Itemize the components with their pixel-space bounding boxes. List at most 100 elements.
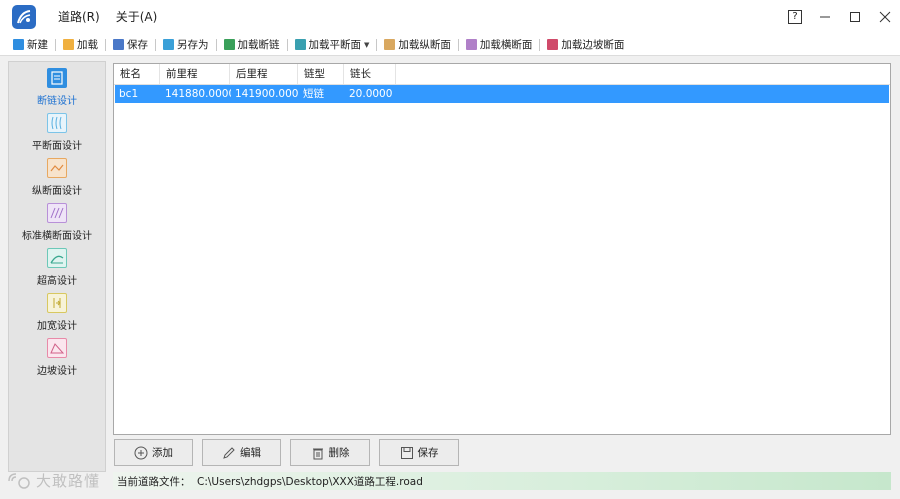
maximize-button[interactable] — [840, 0, 870, 34]
load-plan-section-button[interactable]: 加载平断面 ▼ — [290, 35, 375, 55]
save-as-button[interactable]: 另存为 — [158, 35, 214, 55]
save-label: 保存 — [127, 39, 148, 51]
status-label: 当前道路文件： — [117, 476, 191, 488]
load-profile-label: 加载纵断面 — [398, 39, 451, 51]
toolbar-separator — [155, 38, 156, 51]
app-logo-icon — [12, 5, 36, 29]
save-table-label: 保存 — [417, 447, 439, 459]
load-broken-chain-label: 加载断链 — [237, 39, 280, 51]
menu-road[interactable]: 道路(R) — [50, 0, 108, 34]
maximize-icon — [850, 12, 860, 22]
sidebar-item-cross[interactable]: 标准横断面设计 — [9, 199, 105, 243]
new-button[interactable]: 新建 — [8, 35, 53, 55]
toolbar-separator — [286, 38, 288, 51]
sidebar-item-label: 标准横断面设计 — [22, 231, 92, 242]
load-plan-section-label: 加载平断面 — [308, 39, 362, 51]
broken-chain-table: 桩名 前里程 后里程 链型 链长 bc1 141880.0000 141900.… — [113, 63, 891, 435]
load-profile-button[interactable]: 加载纵断面 — [379, 35, 456, 55]
widening-icon — [47, 293, 67, 313]
menu-about[interactable]: 关于(A) — [108, 0, 166, 34]
save-icon — [113, 39, 124, 50]
broken-chain-design-icon — [47, 68, 67, 88]
new-file-icon — [13, 39, 24, 50]
delete-button[interactable]: 删除 — [290, 439, 370, 466]
slope-section-icon — [547, 39, 559, 50]
edit-label: 编辑 — [240, 447, 261, 459]
load-label: 加载 — [77, 39, 98, 51]
pencil-icon — [223, 446, 235, 459]
column-header[interactable]: 链长 — [344, 64, 396, 84]
column-header[interactable]: 前里程 — [160, 64, 230, 84]
minimize-button[interactable] — [810, 0, 840, 34]
toolbar-separator — [376, 38, 378, 51]
edit-button[interactable]: 编辑 — [202, 439, 281, 466]
sidebar-item-label: 超高设计 — [37, 276, 77, 287]
load-broken-chain-button[interactable]: 加载断链 — [219, 35, 285, 55]
sidebar-item-profile[interactable]: 纵断面设计 — [9, 154, 105, 198]
save-as-label: 另存为 — [177, 39, 209, 51]
slope-design-icon — [47, 338, 67, 358]
toolbar: 新建 加载 保存 另存为 加载断链 加载平断面 ▼ 加载纵断面 加载横断面 加载边… — [0, 34, 900, 56]
table-cell: 141880.0000 — [165, 88, 231, 100]
design-sidebar: 断链设计 平断面设计 纵断面设计 标准横断面设计 超高设计 加宽设计 边坡设计 — [8, 61, 106, 472]
save-icon — [400, 446, 413, 459]
folder-icon — [63, 39, 74, 50]
help-button[interactable]: ? — [780, 0, 810, 34]
table-row[interactable]: bc1 141880.0000 141900.0000 短链 20.0000 — [115, 85, 889, 103]
column-header[interactable]: 桩名 — [114, 64, 160, 84]
sidebar-item-widening[interactable]: 加宽设计 — [9, 289, 105, 333]
minimize-icon — [820, 16, 830, 18]
table-cell: 141900.0000 — [235, 88, 299, 100]
save-as-icon — [163, 39, 174, 50]
title-bar: 道路(R) 关于(A) ? — [0, 0, 900, 34]
sidebar-item-plan[interactable]: 平断面设计 — [9, 109, 105, 153]
toolbar-separator — [55, 38, 56, 51]
table-header: 桩名 前里程 后里程 链型 链长 — [114, 64, 890, 85]
add-button[interactable]: 添加 — [114, 439, 193, 466]
add-icon — [134, 446, 148, 459]
plan-section-icon — [294, 39, 306, 50]
broken-chain-icon — [223, 39, 235, 50]
sidebar-item-broken-chain[interactable]: 断链设计 — [9, 64, 105, 108]
close-button[interactable] — [870, 0, 900, 34]
sidebar-item-slope[interactable]: 边坡设计 — [9, 334, 105, 378]
cross-section-icon — [465, 39, 477, 50]
profile-icon — [384, 39, 396, 50]
sidebar-item-label: 加宽设计 — [37, 321, 77, 332]
sidebar-item-superelevation[interactable]: 超高设计 — [9, 244, 105, 288]
save-button[interactable]: 保存 — [108, 35, 153, 55]
watermark-text: 大敢路懂 — [36, 472, 101, 490]
toolbar-separator — [105, 38, 106, 51]
column-header[interactable]: 后里程 — [230, 64, 298, 84]
plan-design-icon — [47, 113, 67, 133]
menu-bar: 道路(R) 关于(A) — [50, 0, 165, 34]
add-label: 添加 — [152, 447, 173, 459]
close-icon — [879, 11, 891, 23]
chevron-down-icon[interactable]: ▼ — [364, 41, 369, 49]
table-cell: bc1 — [119, 88, 139, 100]
toolbar-separator — [539, 38, 541, 51]
trash-icon — [312, 448, 323, 459]
load-cross-section-label: 加载横断面 — [479, 39, 533, 51]
watermark-logo-icon — [8, 472, 30, 489]
load-slope-section-button[interactable]: 加载边坡断面 — [542, 35, 629, 55]
table-cell: 短链 — [303, 88, 324, 100]
new-label: 新建 — [27, 39, 48, 51]
watermark: 大敢路懂 — [6, 470, 100, 491]
sidebar-item-label: 纵断面设计 — [32, 186, 82, 197]
toolbar-separator — [215, 38, 217, 51]
cross-design-icon — [47, 203, 67, 223]
column-header[interactable]: 链型 — [298, 64, 344, 84]
load-cross-section-button[interactable]: 加载横断面 — [461, 35, 538, 55]
sidebar-item-label: 断链设计 — [37, 96, 77, 107]
help-icon: ? — [788, 10, 802, 24]
superelevation-icon — [47, 248, 67, 268]
toolbar-separator — [457, 38, 459, 51]
load-button[interactable]: 加载 — [58, 35, 103, 55]
load-slope-section-label: 加载边坡断面 — [561, 39, 625, 51]
profile-design-icon — [47, 158, 67, 178]
window-controls: ? — [780, 0, 900, 34]
current-file-path: C:\Users\zhdgps\Desktop\XXX道路工程.road — [197, 476, 423, 488]
save-table-button[interactable]: 保存 — [379, 439, 459, 466]
sidebar-item-label: 边坡设计 — [37, 366, 77, 377]
